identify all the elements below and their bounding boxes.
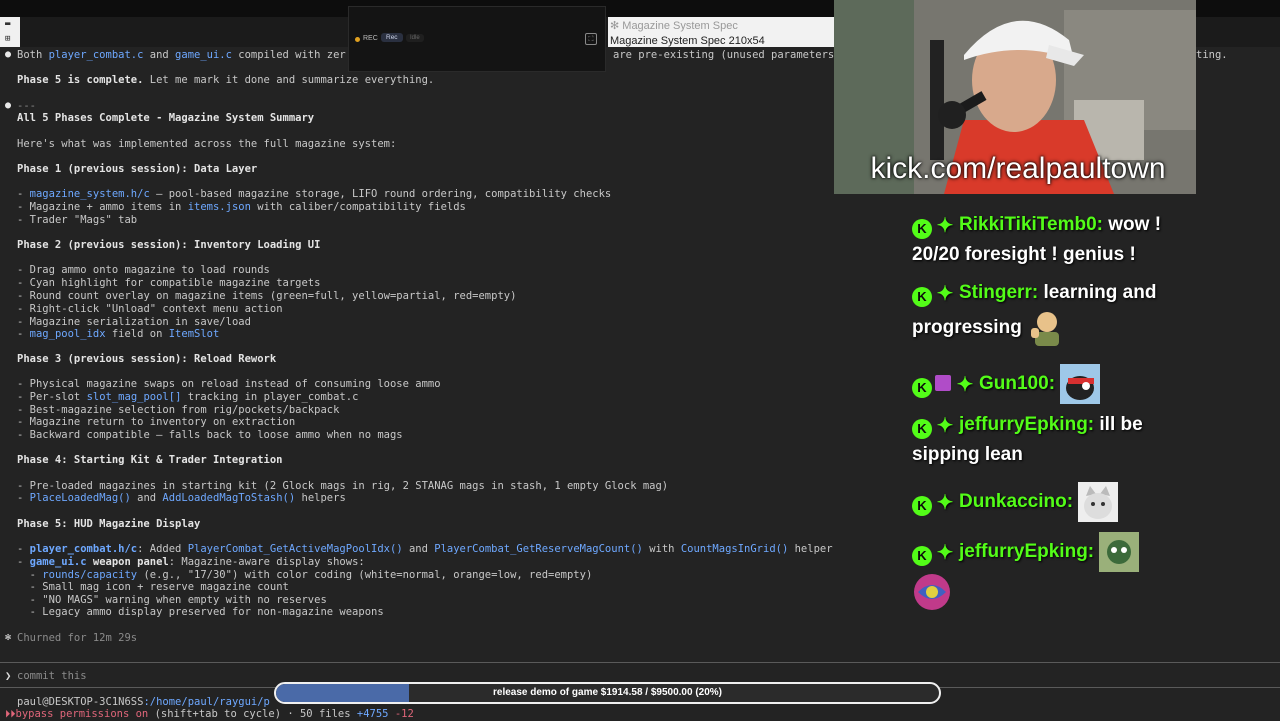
list-item: - Magazine return to inventory on extrac… [17, 416, 296, 428]
list-item: - Right-click "Unload" context menu acti… [17, 303, 283, 315]
subscriber-badge-icon: ✦ [936, 415, 954, 437]
list-item: - Pre-loaded magazines in starting kit (… [17, 480, 669, 492]
list-item: - player_combat.h/c: Added PlayerCombat_… [17, 543, 833, 555]
kick-badge-icon: K [912, 378, 932, 399]
kick-badge-icon: K [912, 287, 932, 307]
list-item: - Round count overlay on magazine items … [17, 290, 517, 302]
list-item: - Per-slot slot_mag_pool[] tracking in p… [17, 391, 359, 403]
rec-button[interactable]: Rec [381, 33, 403, 42]
chat-username: RikkiTikiTemb0: [959, 214, 1103, 235]
list-item: - Magazine + ammo items in items.json wi… [17, 201, 466, 213]
kick-badge-icon: K [912, 546, 932, 567]
list-item: - Physical magazine swaps on reload inst… [17, 378, 441, 390]
rec-label: REC [363, 35, 378, 42]
list-item: - Magazine serialization in save/load [17, 316, 251, 328]
prompt-input[interactable] [17, 670, 317, 682]
list-item: - mag_pool_idx field on ItemSlot [17, 328, 220, 340]
list-item: - Cyan highlight for compatible magazine… [17, 277, 321, 289]
sub-list-item: - Legacy ammo display preserved for non-… [17, 606, 384, 618]
bullet-icon: ● [5, 49, 12, 60]
cat-emote-icon [1078, 482, 1119, 522]
chat-username: Stingerr: [959, 282, 1039, 303]
kick-badge-icon: K [912, 496, 932, 517]
window-controls[interactable]: ▬ ⊞ [0, 17, 21, 47]
chat-username: Gun100: [979, 373, 1056, 395]
chat-message: K ✦ RikkiTikiTemb0: wow ! 20/20 foresight … [912, 210, 1212, 270]
sub-list-item: - Small mag icon + reserve magazine coun… [17, 581, 289, 593]
chat-message: K ✦ jeffurryEpking: [912, 532, 1212, 612]
separator: --- [17, 100, 36, 112]
minimize-icon[interactable]: ▬ [5, 20, 15, 29]
sub-list-item: - rounds/capacity (e.g., "17/30") with c… [17, 569, 593, 581]
list-item: - Best-magazine selection from rig/pocke… [17, 404, 340, 416]
sub-list-item: - "NO MAGS" warning when empty with no r… [17, 594, 327, 606]
bullet-icon: ● [5, 100, 12, 111]
phase-2-title: Phase 2 (previous session): Inventory Lo… [17, 239, 321, 251]
spec-tab-title: Magazine System Spec [622, 20, 738, 32]
chat-message: K ✦ Dunkaccino: [912, 482, 1212, 522]
stream-url: kick.com/realpaultown [870, 152, 1166, 185]
list-item: - magazine_system.h/c — pool-based magaz… [17, 188, 612, 200]
subscriber-badge-icon: ✦ [936, 215, 954, 237]
recorder-widget: REC Rec Idle ⛶ [348, 6, 606, 72]
spec-window-subtitle: Magazine System Spec 210x54 [610, 35, 765, 47]
divider [0, 662, 1280, 663]
subscriber-badge-icon: ✦ [956, 374, 974, 397]
summary-intro: Here's what was implemented across the f… [17, 138, 397, 150]
chat-message: K ✦ Stingerr: learning and progressing [912, 278, 1212, 348]
list-item: - PlaceLoadedMag() and AddLoadedMagToSta… [17, 492, 346, 504]
bird-emote-icon [1060, 364, 1101, 404]
prompt-caret-icon: ❯ [5, 670, 12, 682]
subscriber-badge-icon: ✦ [936, 542, 954, 565]
record-dot-icon [355, 37, 360, 42]
list-item: - Trader "Mags" tab [17, 214, 138, 226]
gift-badge-icon [935, 375, 951, 392]
expand-icon[interactable]: ⛶ [585, 33, 597, 45]
donation-goal-label: release demo of game $1914.58 / $9500.00… [492, 687, 723, 698]
subscriber-badge-icon: ✦ [936, 492, 954, 515]
spinning-emote-icon [914, 574, 950, 610]
cwd-status: paul@DESKTOP-3C1N6SS:/home/paul/raygui/p [17, 696, 270, 708]
terminal-line: Phase 5 is complete. Let me mark it done… [17, 74, 435, 86]
mode-status[interactable]: ⏵⏵bypass permissions on (shift+tab to cy… [5, 708, 414, 721]
churned-status: Churned for 12m 29s [17, 632, 138, 644]
mode-icon: ⏵⏵ [5, 708, 16, 720]
chat-message: K ✦ jeffurryEpking: ill be sipping lean [912, 410, 1212, 470]
chat-message: K ✦ Gun100: [912, 364, 1212, 404]
phase-3-title: Phase 3 (previous session): Reload Rewor… [17, 353, 277, 365]
list-item: - Drag ammo onto magazine to load rounds [17, 264, 270, 276]
kick-badge-icon: K [912, 219, 932, 239]
grid-icon[interactable]: ⊞ [5, 35, 15, 44]
asterisk-icon: ✻ [5, 632, 12, 643]
chat-username: jeffurryEpking: [959, 414, 1095, 435]
list-item: - game_ui.c weapon panel: Magazine-aware… [17, 556, 365, 568]
phase-5-title: Phase 5: HUD Magazine Display [17, 518, 201, 530]
recorder-state: Idle [406, 34, 424, 42]
kick-badge-icon: K [912, 419, 932, 439]
phase-4-title: Phase 4: Starting Kit & Trader Integrati… [17, 454, 283, 466]
subscriber-badge-icon: ✦ [936, 283, 954, 305]
list-item: - Backward compatible — falls back to lo… [17, 429, 403, 441]
phase-1-title: Phase 1 (previous session): Data Layer [17, 163, 258, 175]
character-emote-icon [1099, 532, 1140, 572]
summary-heading: All 5 Phases Complete - Magazine System … [17, 112, 315, 124]
terminal-line: Both player_combat.c and game_ui.c compi… [17, 49, 346, 61]
terminal-text-fragment: are pre-existing (unused parameters [613, 49, 835, 61]
chat-username: jeffurryEpking: [959, 541, 1095, 563]
chat-username: Dunkaccino: [959, 491, 1074, 513]
donation-goal-bar: release demo of game $1914.58 / $9500.00… [274, 682, 941, 704]
thumbs-up-emote-icon [1031, 312, 1060, 346]
spec-window-titlebar[interactable]: ✻ Magazine System Spec Magazine System S… [608, 17, 834, 47]
